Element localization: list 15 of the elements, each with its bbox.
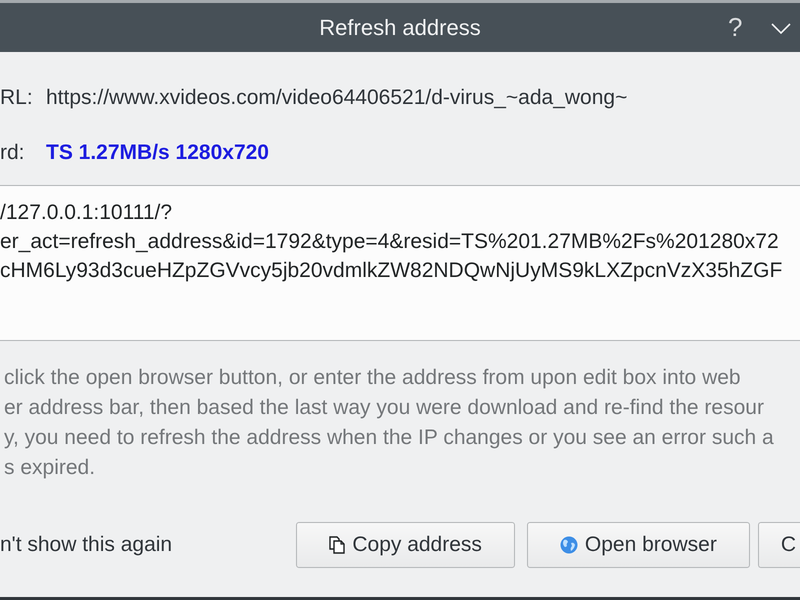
copy-address-button[interactable]: Copy address	[296, 522, 515, 568]
window-title: Refresh address	[319, 14, 481, 40]
hint-text: click the open browser button, or enter the address from upon edit box into web er address bar, then based the last way you were download and re-find the resour y, you need to refresh the address when the IP changes or you see an error such a s expired.	[4, 365, 775, 481]
field-label: rd:	[0, 141, 26, 165]
open-browser-button[interactable]: Open browser	[526, 522, 750, 568]
help-button[interactable]: ?	[728, 12, 742, 42]
address-field[interactable]: /127.0.0.1:10111/? er_act=refresh_address&id=1792&type=4&resid=TS%201.27MB%2Fs%201280x72 cHM6Ly93d3cueHZpZGVvcy5jb20vdmlkZW82NDQwNjUyMS9kLXZpcnVzX35hZGF	[0, 185, 800, 341]
dialog-button[interactable]: C	[758, 522, 800, 568]
globe-icon	[560, 536, 578, 554]
copy-icon	[329, 536, 346, 554]
chevron-down-icon[interactable]	[771, 23, 791, 34]
dont-show-again-label[interactable]: n't show this again	[0, 533, 296, 557]
field-label: RL:	[0, 86, 34, 110]
resource-value: TS 1.27MB/s 1280x720	[46, 141, 269, 165]
url-value: https://www.xvideos.com/video64406521/d-virus_~ada_wong~	[46, 86, 628, 110]
